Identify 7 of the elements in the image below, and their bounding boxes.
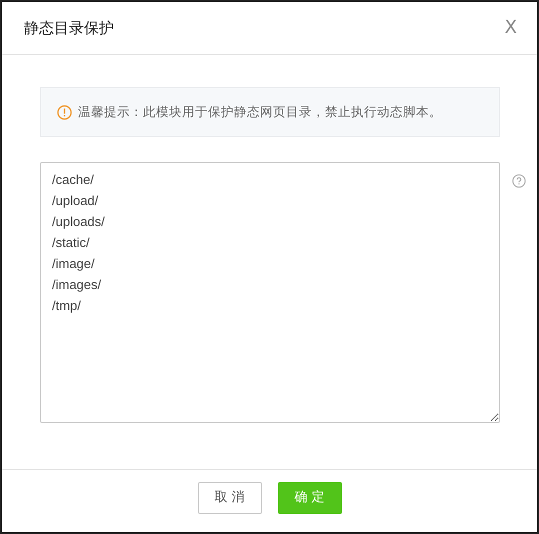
- help-icon[interactable]: [512, 174, 526, 188]
- dialog-title: 静态目录保护: [24, 18, 114, 39]
- cancel-button[interactable]: 取 消: [198, 482, 262, 514]
- close-button[interactable]: X: [500, 19, 521, 37]
- notice-text: 温馨提示：此模块用于保护静态网页目录，禁止执行动态脚本。: [78, 102, 442, 121]
- directory-list-field[interactable]: /cache/ /upload/ /uploads/ /static/ /image/ /images/ /tmp/: [40, 162, 500, 423]
- warning-icon: [57, 104, 72, 120]
